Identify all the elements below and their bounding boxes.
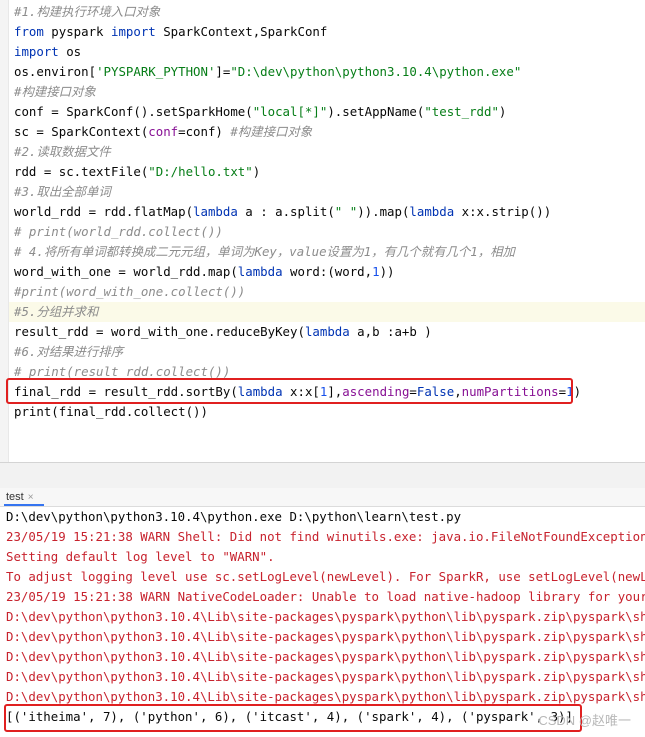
highlight-box-result (4, 704, 582, 732)
code-token: 1 (372, 264, 380, 279)
code-line[interactable]: #print(word_with_one.collect()) (14, 282, 245, 302)
code-token: #1.构建执行环境入口对象 (14, 4, 161, 19)
code-token: #3.取出全部单词 (14, 184, 111, 199)
run-console[interactable]: D:\dev\python\python3.10.4\python.exe D:… (0, 507, 645, 737)
console-line: D:\dev\python\python3.10.4\Lib\site-pack… (6, 669, 645, 684)
code-line[interactable]: result_rdd = word_with_one.reduceByKey(l… (14, 322, 432, 342)
code-token: word:(word, (282, 264, 373, 279)
console-line: 23/05/19 15:21:38 WARN NativeCodeLoader:… (6, 589, 645, 604)
code-token: lambda (409, 204, 455, 219)
code-token: os (58, 44, 82, 59)
code-token: rdd = sc.textFile( (14, 164, 149, 179)
code-token: x:x.strip()) (454, 204, 552, 219)
code-token: a,b :a+b ) (349, 324, 432, 339)
code-token: ]= (215, 64, 231, 79)
code-token: # print(result_rdd.collect()) (14, 364, 231, 379)
code-token: =conf) (178, 124, 231, 139)
code-line[interactable]: #5.分组并求和 (14, 302, 98, 322)
code-line[interactable]: print(final_rdd.collect()) (14, 402, 208, 422)
code-line[interactable]: rdd = sc.textFile("D:/hello.txt") (14, 162, 260, 182)
panel-divider[interactable] (0, 462, 645, 489)
code-token: import (110, 24, 156, 39)
code-token: lambda (237, 264, 283, 279)
console-line: To adjust logging level use sc.setLogLev… (6, 569, 645, 584)
code-line[interactable]: import os (14, 42, 81, 62)
code-token: os.environ[ (14, 64, 97, 79)
code-token: ) (573, 384, 582, 399)
console-line: Setting default log level to "WARN". (6, 549, 275, 564)
highlight-box-final-rdd (6, 378, 573, 404)
code-line[interactable]: conf = SparkConf().setSparkHome("local[*… (14, 102, 506, 122)
code-token: a : a.split( (237, 204, 335, 219)
code-token: lambda (304, 324, 350, 339)
active-tab-indicator (4, 504, 44, 506)
code-token: 'PYSPARK_PYTHON' (96, 64, 216, 79)
tab-test[interactable]: test × (6, 489, 34, 505)
code-token: )).map( (357, 204, 410, 219)
code-token: "local[*]" (252, 104, 328, 119)
code-line[interactable]: #6.对结果进行排序 (14, 342, 123, 362)
code-line[interactable]: from pyspark import SparkContext,SparkCo… (14, 22, 327, 42)
code-line[interactable]: sc = SparkContext(conf=conf) #构建接口对象 (14, 122, 312, 142)
code-token: ) (252, 164, 261, 179)
console-line: D:\dev\python\python3.10.4\Lib\site-pack… (6, 649, 645, 664)
code-token: from (14, 24, 44, 39)
code-token: ) (498, 104, 507, 119)
code-token: SparkContext,SparkConf (155, 24, 328, 39)
code-token: #构建接口对象 (230, 124, 313, 139)
code-editor[interactable]: #1.构建执行环境入口对象 from pyspark import SparkCo… (0, 0, 645, 462)
code-token: # print(world_rdd.collect()) (14, 224, 223, 239)
code-token: world_rdd = rdd.flatMap( (14, 204, 194, 219)
code-token: # 4.将所有单词都转换成二元元组，单词为Key，value设置为1，有几个就有… (14, 244, 515, 259)
watermark: CSDN @赵唯一 (538, 713, 631, 728)
highlighted-line (9, 302, 645, 322)
code-line[interactable]: os.environ['PYSPARK_PYTHON']="D:\dev\pyt… (14, 62, 521, 82)
run-panel-header: test × (0, 488, 645, 507)
code-token: conf = SparkConf().setSparkHome( (14, 104, 253, 119)
code-line[interactable]: # 4.将所有单词都转换成二元元组，单词为Key，value设置为1，有几个就有… (14, 242, 515, 262)
code-line[interactable]: #2.读取数据文件 (14, 142, 111, 162)
code-token: print(final_rdd.collect()) (14, 404, 208, 419)
code-token: "D:/hello.txt" (148, 164, 253, 179)
code-token: pyspark (43, 24, 111, 39)
code-token: #6.对结果进行排序 (14, 344, 124, 359)
code-token: conf (148, 124, 179, 139)
code-token: import (14, 44, 59, 59)
tab-label: test (6, 491, 24, 503)
code-line[interactable]: #3.取出全部单词 (14, 182, 111, 202)
code-line[interactable]: # print(world_rdd.collect()) (14, 222, 223, 242)
console-line: D:\dev\python\python3.10.4\Lib\site-pack… (6, 609, 645, 624)
code-token: #5.分组并求和 (14, 304, 99, 319)
code-token: " " (334, 204, 358, 219)
code-token: lambda (193, 204, 238, 219)
code-token: result_rdd = word_with_one.reduceByKey( (14, 324, 305, 339)
code-token: #print(word_with_one.collect()) (14, 284, 246, 299)
code-token: #2.读取数据文件 (14, 144, 111, 159)
console-line: D:\dev\python\python3.10.4\python.exe D:… (6, 509, 462, 524)
code-token: )) (379, 264, 395, 279)
code-token: #构建接口对象 (14, 84, 96, 99)
code-line[interactable]: #构建接口对象 (14, 82, 96, 102)
code-token: ).setAppName( (327, 104, 425, 119)
console-line: 23/05/19 15:21:38 WARN Shell: Did not fi… (6, 529, 645, 544)
code-token: "test_rdd" (424, 104, 499, 119)
code-line[interactable]: world_rdd = rdd.flatMap(lambda a : a.spl… (14, 202, 551, 222)
code-line[interactable]: #1.构建执行环境入口对象 (14, 2, 160, 22)
code-token: sc = SparkContext( (14, 124, 149, 139)
code-token: "D:\dev\python\python3.10.4\python.exe" (230, 64, 522, 79)
console-line: D:\dev\python\python3.10.4\Lib\site-pack… (6, 629, 645, 644)
code-line[interactable]: word_with_one = world_rdd.map(lambda wor… (14, 262, 394, 282)
code-token: word_with_one = world_rdd.map( (14, 264, 238, 279)
close-icon[interactable]: × (28, 492, 34, 503)
